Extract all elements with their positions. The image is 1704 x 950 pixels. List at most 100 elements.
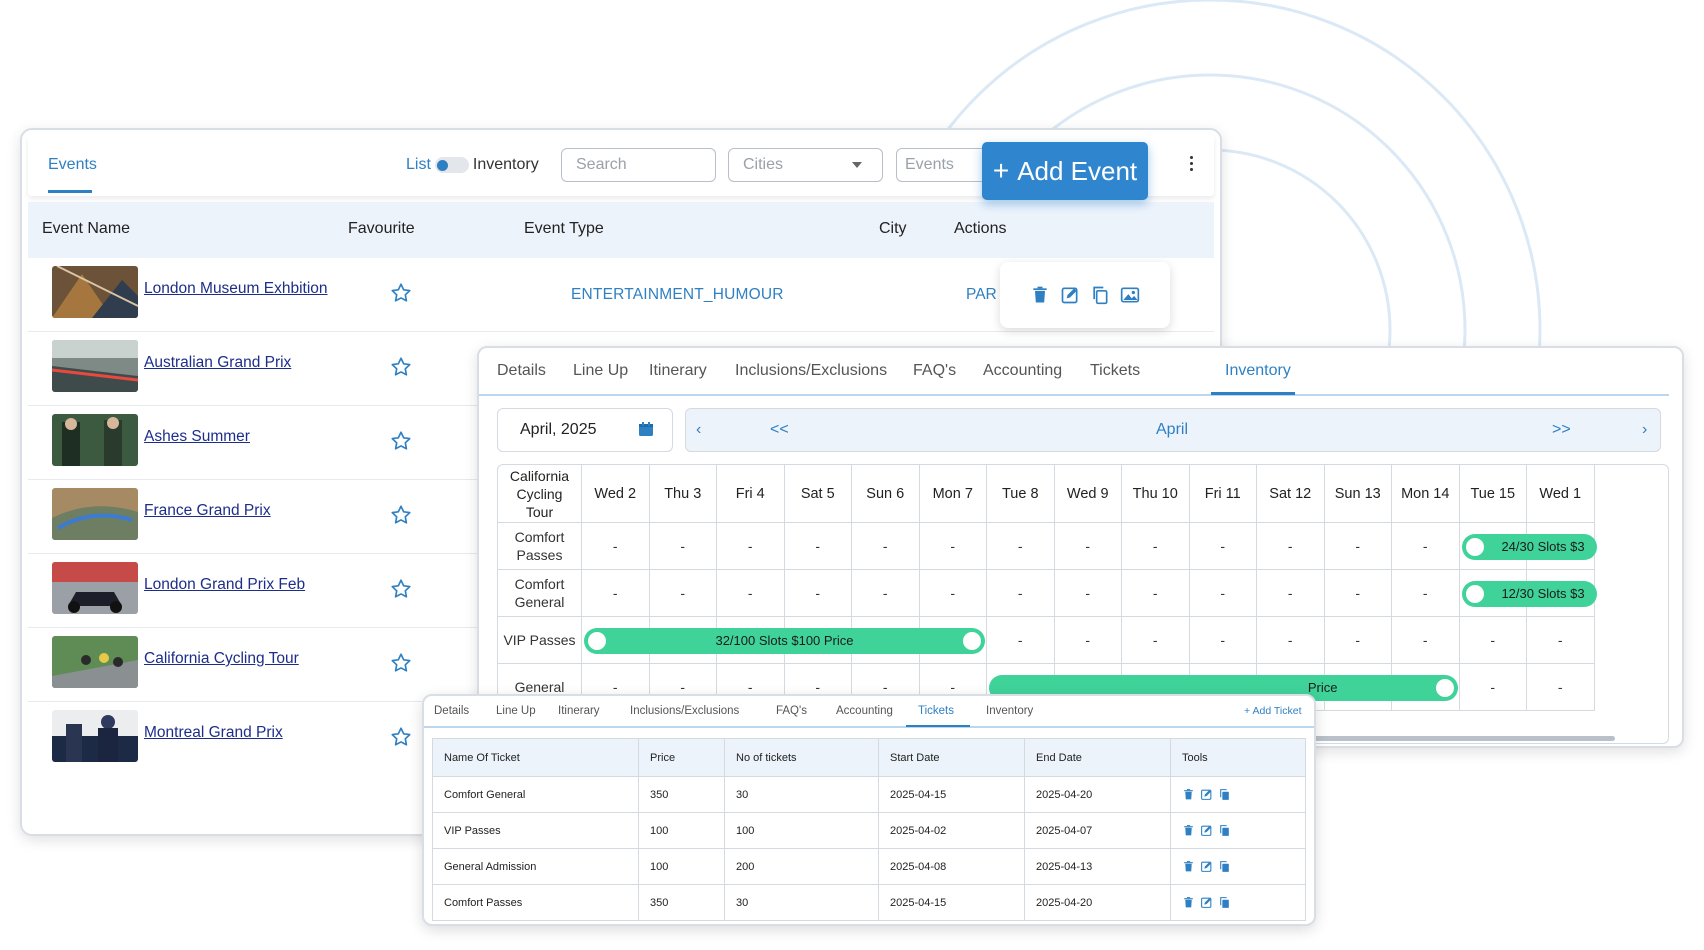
- edit-icon[interactable]: [1200, 896, 1213, 909]
- tab-line-up[interactable]: Line Up: [496, 705, 536, 717]
- tab-accounting[interactable]: Accounting: [983, 362, 1062, 380]
- event-name-link[interactable]: Montreal Grand Prix: [144, 724, 283, 742]
- tab-faqs[interactable]: FAQ's: [913, 362, 956, 380]
- tab-faqs[interactable]: FAQ's: [776, 705, 807, 717]
- trash-icon[interactable]: [1182, 860, 1195, 873]
- inventory-cell[interactable]: -: [1054, 523, 1122, 570]
- range-handle[interactable]: [1465, 584, 1484, 603]
- inventory-slot-bar[interactable]: 24/30 Slots $3: [1461, 533, 1597, 560]
- kebab-menu-icon[interactable]: [1190, 156, 1194, 174]
- add-event-button[interactable]: + Add Event: [982, 142, 1148, 200]
- toggle-list-label[interactable]: List: [406, 156, 431, 174]
- inventory-cell[interactable]: -: [1054, 570, 1122, 617]
- tab-tickets[interactable]: Tickets: [918, 705, 954, 717]
- next-fast-button[interactable]: >>: [1552, 421, 1571, 439]
- event-name-link[interactable]: France Grand Prix: [144, 502, 271, 520]
- event-name-link[interactable]: California Cycling Tour: [144, 650, 299, 668]
- range-handle[interactable]: [1435, 678, 1454, 697]
- inventory-cell[interactable]: -: [1392, 570, 1460, 617]
- inventory-cell[interactable]: -: [852, 570, 920, 617]
- star-icon[interactable]: [390, 504, 412, 526]
- inventory-cell[interactable]: -: [1257, 523, 1325, 570]
- edit-icon[interactable]: [1200, 824, 1213, 837]
- edit-icon[interactable]: [1200, 788, 1213, 801]
- event-name-link[interactable]: London Grand Prix Feb: [144, 576, 305, 594]
- star-icon[interactable]: [390, 356, 412, 378]
- inventory-slot-bar[interactable]: 12/30 Slots $3: [1461, 580, 1597, 607]
- star-icon[interactable]: [390, 652, 412, 674]
- inventory-cell[interactable]: -: [582, 523, 650, 570]
- inventory-cell[interactable]: -: [1122, 523, 1190, 570]
- edit-icon[interactable]: [1200, 860, 1213, 873]
- star-icon[interactable]: [390, 282, 412, 304]
- next-month-button[interactable]: ›: [1642, 421, 1647, 439]
- inventory-cell[interactable]: -: [1324, 617, 1392, 664]
- add-ticket-button[interactable]: + Add Ticket: [1244, 705, 1302, 717]
- inventory-slot-bar[interactable]: 32/100 Slots $100 Price: [584, 627, 985, 654]
- tab-line-up[interactable]: Line Up: [573, 362, 628, 380]
- edit-icon[interactable]: [1060, 285, 1080, 305]
- tab-itinerary[interactable]: Itinerary: [649, 362, 707, 380]
- image-icon[interactable]: [1120, 285, 1140, 305]
- star-icon[interactable]: [390, 726, 412, 748]
- inventory-cell[interactable]: -: [1324, 570, 1392, 617]
- inventory-cell[interactable]: -: [919, 570, 987, 617]
- inventory-cell[interactable]: -: [1122, 617, 1190, 664]
- tab-inclusions[interactable]: Inclusions/Exclusions: [630, 705, 739, 717]
- tab-accounting[interactable]: Accounting: [836, 705, 893, 717]
- inventory-cell[interactable]: -: [649, 570, 717, 617]
- toggle-inventory-label[interactable]: Inventory: [473, 156, 539, 174]
- inventory-cell[interactable]: -: [852, 523, 920, 570]
- inventory-cell[interactable]: -: [582, 570, 650, 617]
- inventory-cell[interactable]: -: [987, 523, 1055, 570]
- range-handle[interactable]: [1465, 537, 1484, 556]
- view-toggle-switch[interactable]: [434, 157, 469, 173]
- inventory-cell[interactable]: -: [1189, 523, 1257, 570]
- inventory-cell[interactable]: -: [649, 523, 717, 570]
- inventory-cell[interactable]: -: [919, 523, 987, 570]
- star-icon[interactable]: [390, 578, 412, 600]
- inventory-cell[interactable]: -: [987, 570, 1055, 617]
- tab-itinerary[interactable]: Itinerary: [558, 705, 600, 717]
- inventory-cell[interactable]: -: [1122, 570, 1190, 617]
- tab-inventory[interactable]: Inventory: [1225, 362, 1291, 380]
- range-handle[interactable]: [963, 631, 981, 650]
- tab-tickets[interactable]: Tickets: [1090, 362, 1140, 380]
- view-toggle[interactable]: List Inventory: [406, 156, 539, 174]
- trash-icon[interactable]: [1182, 788, 1195, 801]
- tab-inclusions[interactable]: Inclusions/Exclusions: [735, 362, 887, 380]
- tab-details[interactable]: Details: [434, 705, 469, 717]
- inventory-cell[interactable]: -: [1392, 617, 1460, 664]
- inventory-cell[interactable]: -: [1054, 617, 1122, 664]
- inventory-cell[interactable]: -: [1459, 617, 1527, 664]
- prev-fast-button[interactable]: <<: [770, 421, 789, 439]
- inventory-cell[interactable]: -: [1392, 523, 1460, 570]
- month-picker[interactable]: April, 2025: [497, 408, 673, 452]
- inventory-cell[interactable]: -: [1257, 570, 1325, 617]
- inventory-cell[interactable]: -: [784, 523, 852, 570]
- inventory-cell[interactable]: -: [1459, 664, 1527, 711]
- trash-icon[interactable]: [1182, 896, 1195, 909]
- inventory-cell[interactable]: -: [1527, 617, 1595, 664]
- inventory-cell[interactable]: -: [1189, 570, 1257, 617]
- inventory-cell[interactable]: -: [1189, 617, 1257, 664]
- event-name-link[interactable]: Ashes Summer: [144, 428, 250, 446]
- cities-select[interactable]: Cities: [728, 148, 883, 182]
- copy-icon[interactable]: [1218, 788, 1231, 801]
- inventory-cell[interactable]: -: [987, 617, 1055, 664]
- inventory-cell[interactable]: -: [717, 523, 785, 570]
- inventory-cell[interactable]: -: [1527, 664, 1595, 711]
- tab-events[interactable]: Events: [48, 156, 97, 174]
- inventory-cell[interactable]: -: [784, 570, 852, 617]
- trash-icon[interactable]: [1182, 824, 1195, 837]
- copy-icon[interactable]: [1218, 824, 1231, 837]
- inventory-cell[interactable]: -: [717, 570, 785, 617]
- event-name-link[interactable]: London Museum Exhbition: [144, 280, 328, 298]
- prev-month-button[interactable]: ‹: [696, 421, 701, 439]
- search-input[interactable]: Search: [561, 148, 716, 182]
- copy-icon[interactable]: [1218, 860, 1231, 873]
- star-icon[interactable]: [390, 430, 412, 452]
- copy-icon[interactable]: [1218, 896, 1231, 909]
- tab-inventory[interactable]: Inventory: [986, 705, 1033, 717]
- tab-details[interactable]: Details: [497, 362, 546, 380]
